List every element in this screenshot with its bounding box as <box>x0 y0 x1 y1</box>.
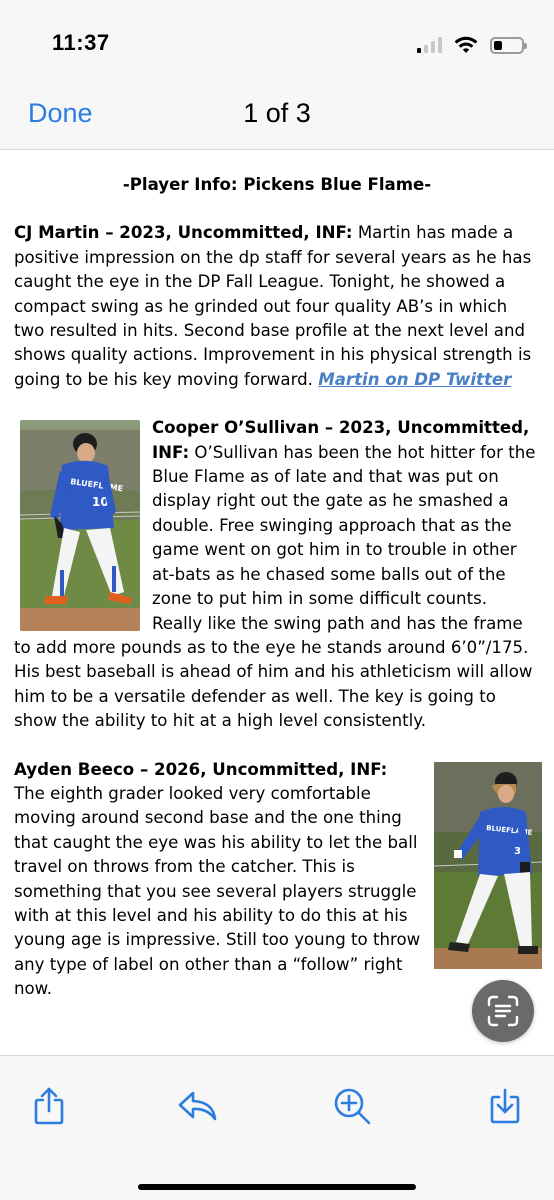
home-indicator[interactable] <box>138 1184 416 1190</box>
cellular-signal-icon <box>417 37 442 53</box>
player-entry-beeco: BLUEFLAME 3 Ayden Beeco – 2026, Uncommit… <box>14 758 542 1002</box>
player-name: CJ Martin – 2023, Uncommitted, INF: <box>14 223 353 243</box>
wifi-icon <box>454 36 478 53</box>
player-photo-osullivan[interactable]: BLUEFLAME 10 <box>20 420 140 632</box>
bottom-toolbar <box>0 1055 554 1200</box>
reply-icon <box>178 1091 217 1121</box>
twitter-link[interactable]: Martin on DP Twitter <box>318 370 511 389</box>
player-description: The eighth grader looked very comfortabl… <box>14 783 421 999</box>
document-viewer[interactable]: -Player Info: Pickens Blue Flame- CJ Mar… <box>0 151 554 1055</box>
status-time: 11:37 <box>52 30 110 55</box>
save-to-files-button[interactable] <box>483 1084 527 1128</box>
battery-icon <box>490 36 527 54</box>
zoom-in-icon <box>334 1088 371 1125</box>
svg-text:3: 3 <box>514 846 521 857</box>
save-to-files-icon <box>490 1088 520 1124</box>
battery-level <box>494 40 502 50</box>
page-counter: 1 of 3 <box>243 98 311 128</box>
status-bar: 11:37 <box>0 0 554 80</box>
player-entry-martin: CJ Martin – 2023, Uncommitted, INF: Mart… <box>14 221 540 392</box>
live-text-button[interactable] <box>472 980 534 1042</box>
player-name: Ayden Beeco – 2026, Uncommitted, INF: <box>14 759 388 779</box>
document-title: -Player Info: Pickens Blue Flame- <box>122 175 432 194</box>
player-photo-beeco[interactable]: BLUEFLAME 3 <box>434 761 542 969</box>
reply-button[interactable] <box>176 1084 220 1128</box>
player-description: Martin has made a positive impression on… <box>14 223 532 389</box>
live-text-icon <box>487 995 519 1027</box>
nav-bar: Done 1 of 3 <box>0 80 554 150</box>
status-icons <box>417 34 527 56</box>
zoom-in-button[interactable] <box>330 1084 374 1128</box>
share-icon <box>34 1087 64 1125</box>
player-entry-osullivan: BLUEFLAME 10 Cooper O’Sullivan – 2023, U… <box>14 416 540 733</box>
document-page: -Player Info: Pickens Blue Flame- CJ Mar… <box>0 173 554 1002</box>
share-button[interactable] <box>27 1084 71 1128</box>
